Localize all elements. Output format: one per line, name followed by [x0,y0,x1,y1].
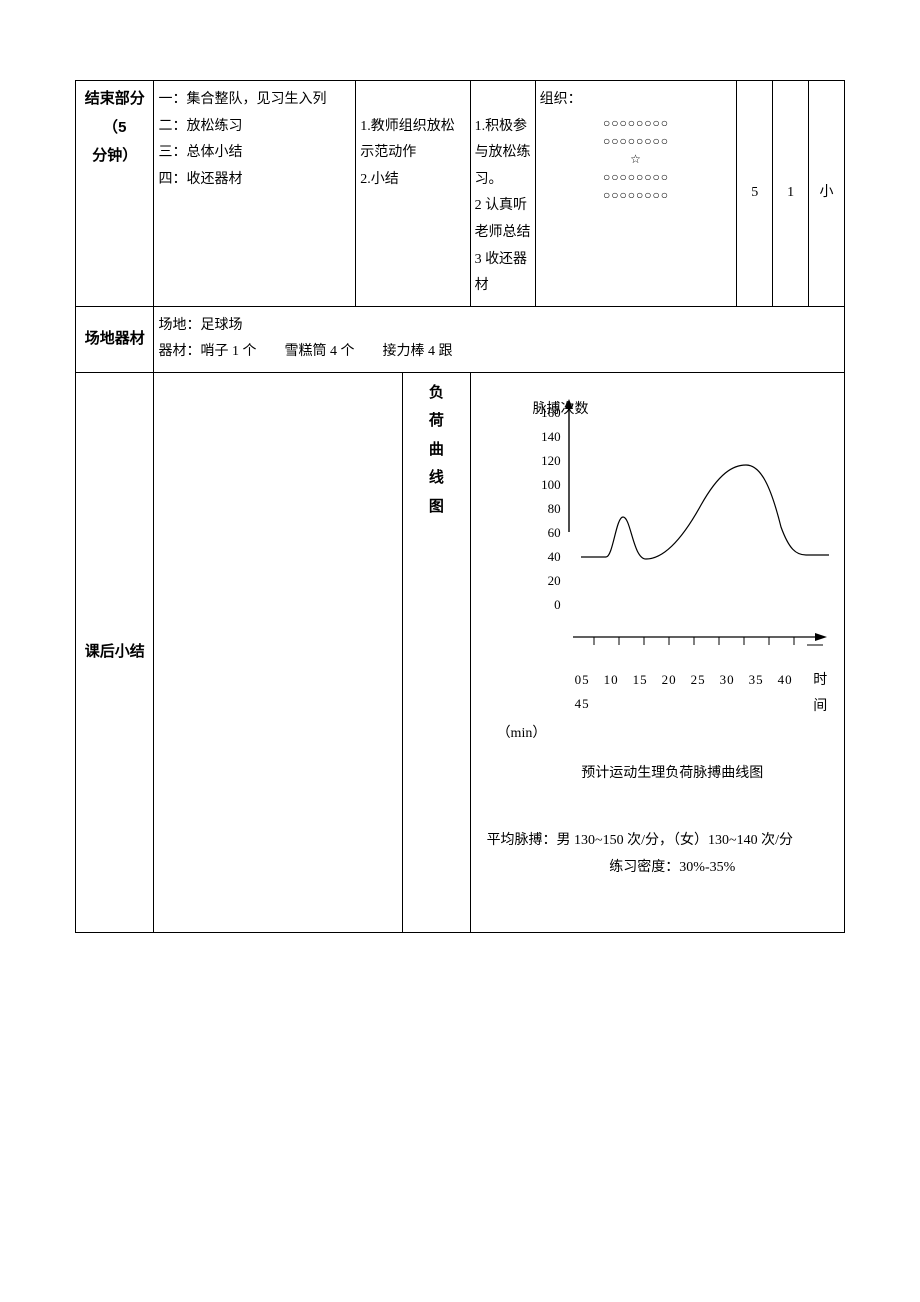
chart-svg-wrap [561,397,831,668]
cell-ending-content: 一：集合整队，见习生入列 二：放松练习 三：总体小结 四：收还器材 [154,81,356,307]
avg-pulse-text: 平均脉搏：男 130~150 次/分，（女）130~140 次/分 [487,828,838,855]
time-axis-label: 时间 [813,668,838,721]
ending-duration: （5 分钟） [80,114,149,171]
lesson-plan-table: 结束部分 （5 分钟） 一：集合整队，见习生入列 二：放松练习 三：总体小结 四… [75,80,845,933]
density-text: 练习密度：30%-35% [507,855,838,882]
cell-time: 5 [737,81,773,307]
cell-summary-header: 课后小结 [76,372,154,932]
cell-venue-content: 场地：足球场 器材：哨子 1 个 雪糕筒 4 个 接力棒 4 跟 [154,306,845,372]
cell-load-curve-label: 负 荷 曲 线 图 [403,372,470,932]
chart-area: 脉搏次数 160 140 120 100 80 60 40 20 0 [477,397,838,881]
chart-caption: 预计运动生理负荷脉搏曲线图 [507,761,838,788]
row-venue-equipment: 场地器材 场地：足球场 器材：哨子 1 个 雪糕筒 4 个 接力棒 4 跟 [76,306,845,372]
pulse-y-label: 脉搏次数 [533,397,589,424]
cell-venue-header: 场地器材 [76,306,154,372]
cell-load-curve-chart: 脉搏次数 160 140 120 100 80 60 40 20 0 [470,372,844,932]
x-axis-ticks: 05 10 15 20 25 30 35 40 45 [575,668,794,717]
row-post-class-summary: 课后小结 负 荷 曲 线 图 脉搏次数 160 140 120 100 80 6… [76,372,845,932]
cell-intensity: 小 [809,81,845,307]
cell-ending-header: 结束部分 （5 分钟） [76,81,154,307]
ending-title: 结束部分 [80,85,149,114]
row-ending-section: 结束部分 （5 分钟） 一：集合整队，见习生入列 二：放松练习 三：总体小结 四… [76,81,845,307]
cell-summary-blank [154,372,403,932]
y-axis-ticks: 160 140 120 100 80 60 40 20 0 [527,397,561,617]
cell-organization: 组织： ○○○○○○○○ ○○○○○○○○ ☆ ○○○○○○○○ ○○○○○○○… [535,81,737,307]
formation-diagram: ○○○○○○○○ ○○○○○○○○ ☆ ○○○○○○○○ ○○○○○○○○ [540,114,733,204]
cell-teacher-activity: 1.教师组织放松 示范动作 2.小结 [356,81,470,307]
min-label: （min） [497,721,838,748]
cell-reps: 1 [773,81,809,307]
cell-student-activity: 1.积极参 与放松练 习。 2 认真听 老师总结 3 收还器 材 [470,81,535,307]
load-curve-chart [561,397,831,657]
